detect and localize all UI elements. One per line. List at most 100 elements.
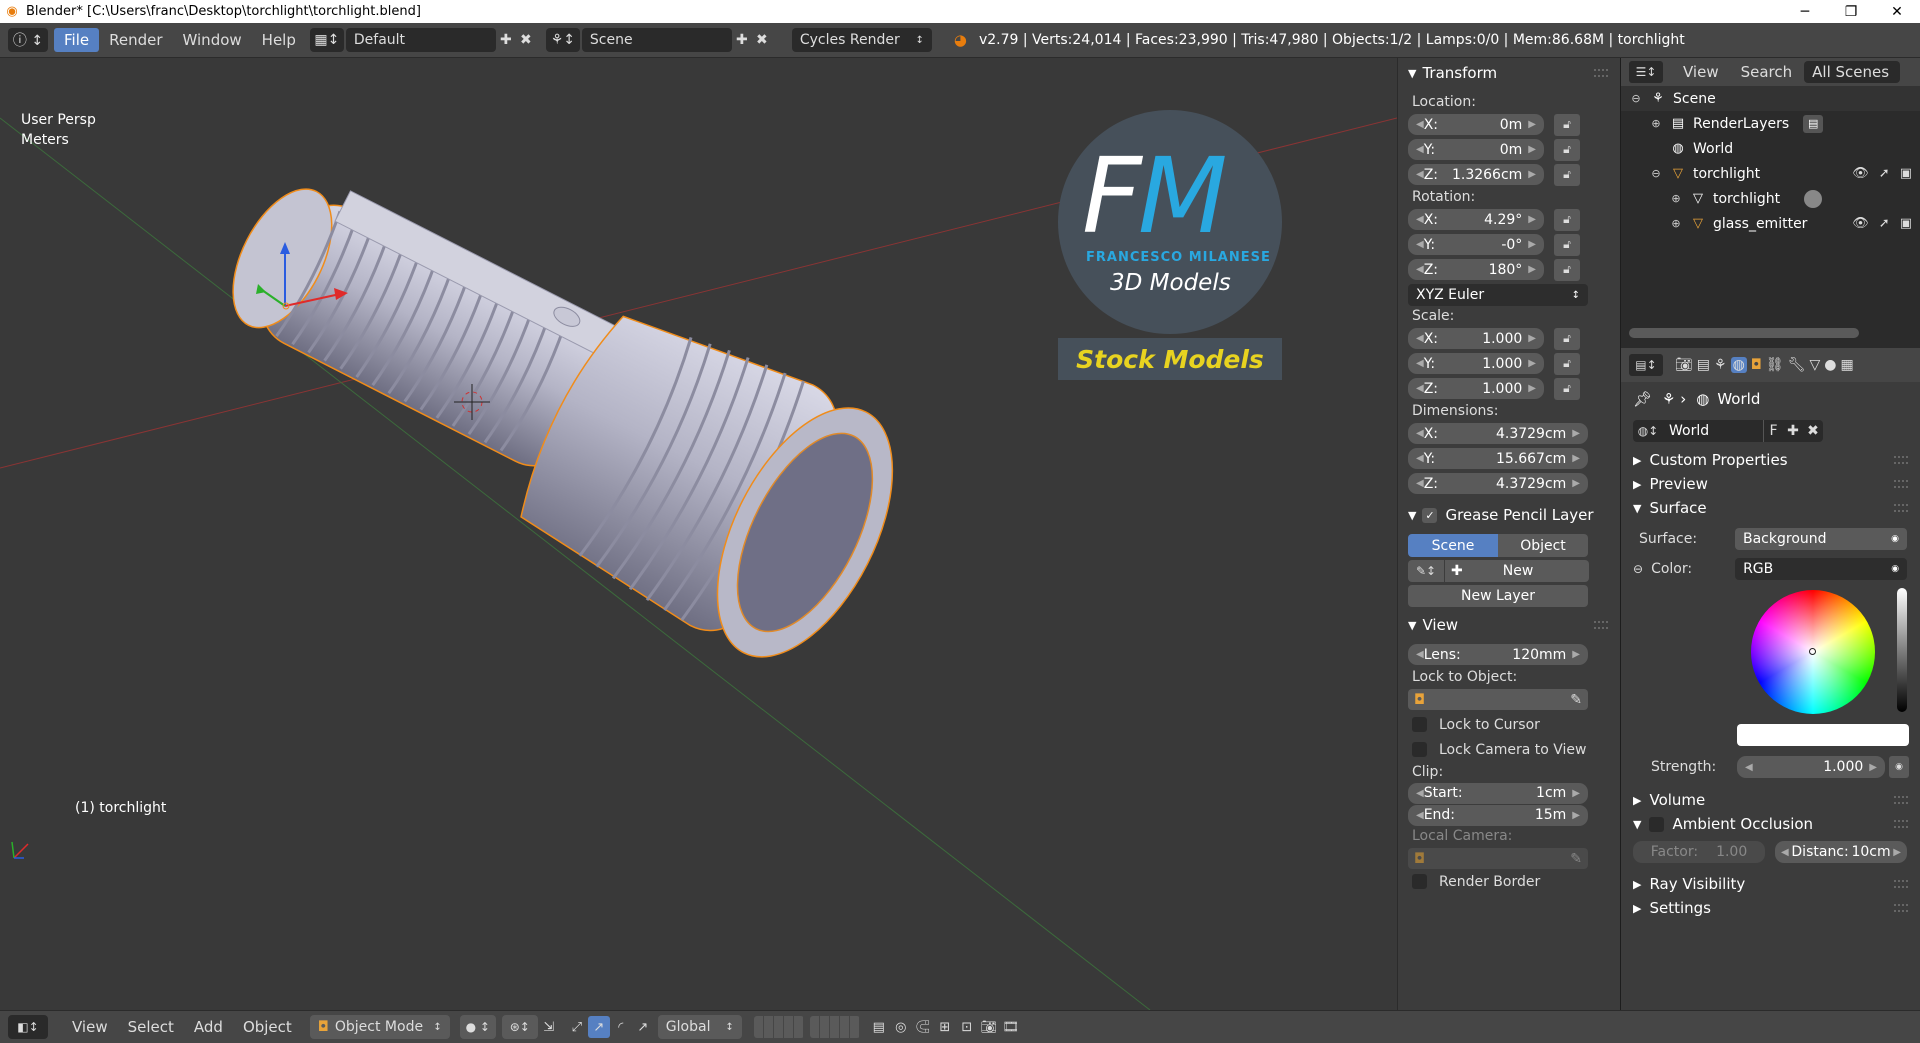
drag-grip-icon[interactable]	[1894, 880, 1908, 888]
lock-icon[interactable]: 🔓︎	[1554, 258, 1580, 281]
cursor-select-icon[interactable]: ➚	[1879, 216, 1890, 231]
scale-manipulator-icon[interactable]: ◜	[610, 1016, 632, 1038]
grease-pencil-panel-header[interactable]: ▼ ✓ Grease Pencil Layer	[1398, 502, 1620, 528]
lock-icon[interactable]: 🔓︎	[1554, 377, 1580, 400]
scale-z-field[interactable]: ◀ Z: 1.000 ▶	[1408, 378, 1544, 399]
eyedropper-icon[interactable]: ✎	[1570, 692, 1582, 708]
manipulator-space-icon[interactable]: ↗	[632, 1016, 654, 1038]
expand-icon[interactable]: ⊕	[1649, 117, 1663, 131]
surface-header[interactable]: ▼ Surface	[1621, 496, 1920, 520]
delete-scene-icon[interactable]: ✖	[752, 30, 772, 50]
menu-window[interactable]: Window	[173, 28, 252, 52]
outliner-item-scene[interactable]: ⊖ ⚘ Scene	[1621, 86, 1920, 111]
location-z-field[interactable]: ◀ Z: 1.3266cm ▶	[1408, 164, 1544, 185]
lock-icon[interactable]: 🔓︎	[1554, 327, 1580, 350]
drag-grip-icon[interactable]	[1894, 504, 1908, 512]
layer-buttons-right[interactable]	[809, 1016, 860, 1038]
editor-type-info-button[interactable]: ⓘ ↕	[8, 28, 48, 52]
scale-y-field[interactable]: ◀ Y: 1.000 ▶	[1408, 353, 1544, 374]
render-camera-icon[interactable]: ▣	[1900, 166, 1912, 181]
strength-field[interactable]: ◀ 1.000 ▶	[1737, 756, 1885, 778]
lock-icon[interactable]: 🔓︎	[1554, 352, 1580, 375]
drag-grip-icon[interactable]	[1894, 456, 1908, 464]
rotation-mode-select[interactable]: XYZ Euler ↕	[1408, 284, 1588, 306]
grease-pencil-toggle[interactable]: ✓	[1422, 507, 1438, 523]
location-x-field[interactable]: ◀ X: 0m ▶	[1408, 114, 1544, 135]
render-engine-select[interactable]: Cycles Render ↕	[791, 28, 932, 52]
surface-shader-select[interactable]: Background ◉	[1735, 528, 1907, 550]
lens-field[interactable]: ◀ Lens: 120mm ▶	[1408, 644, 1588, 665]
lock-icon[interactable]: 🔓︎	[1554, 233, 1580, 256]
outliner-item-world[interactable]: ◍ World	[1621, 136, 1920, 161]
expand-icon[interactable]: ⊕	[1669, 217, 1683, 231]
delete-layout-icon[interactable]: ✖	[516, 30, 536, 50]
lock-icon[interactable]: 🔓︎	[1554, 138, 1580, 161]
outliner-item-torchlight-object[interactable]: ⊖ ▽ torchlight 👁︎ ➚ ▣	[1621, 161, 1920, 186]
properties-editor-type-icon[interactable]: ▤↕	[1629, 354, 1663, 376]
render-camera-icon[interactable]: ▣	[1900, 216, 1912, 231]
outliner-editor-type-icon[interactable]: ☰↕	[1629, 61, 1663, 83]
dimensions-z-field[interactable]: ◀ Z: 4.3729cm ▶	[1408, 473, 1588, 494]
render-layers-tab-icon[interactable]: ▤	[1697, 357, 1710, 373]
world-name-field[interactable]: World	[1663, 420, 1763, 442]
editor-type-3dview-button[interactable]: ◧↕	[8, 1015, 48, 1039]
dimensions-x-field[interactable]: ◀ X: 4.3729cm ▶	[1408, 423, 1588, 444]
eyedropper-icon[interactable]: ✎	[1570, 851, 1582, 867]
layout-name-field[interactable]: Default	[345, 28, 496, 52]
object-tab-icon[interactable]: ◘	[1751, 357, 1762, 373]
unlink-world-icon[interactable]: ✖	[1803, 420, 1823, 442]
layer-lock-icon[interactable]: ▤	[868, 1016, 890, 1038]
ao-distance-field[interactable]: ◀ Distanc: 10cm ▶	[1775, 841, 1907, 863]
drag-grip-icon[interactable]	[1594, 69, 1608, 77]
menu-add[interactable]: Add	[184, 1018, 233, 1036]
color-swatch[interactable]	[1737, 724, 1909, 746]
lock-camera-checkbox[interactable]: Lock Camera to View	[1398, 737, 1620, 762]
snap-toggle-icon[interactable]: 🧲︎	[912, 1016, 934, 1038]
maximize-button[interactable]: ❐	[1828, 0, 1874, 23]
outliner-search-menu[interactable]: Search	[1741, 63, 1793, 81]
outliner-item-glass-emitter[interactable]: ⊕ ▽ glass_emitter 👁︎ ➚ ▣	[1621, 211, 1920, 236]
ao-factor-field[interactable]: Factor: 1.00	[1633, 841, 1765, 863]
world-tab-icon[interactable]: ◍	[1730, 357, 1747, 373]
menu-file[interactable]: File	[54, 28, 100, 52]
ambient-occlusion-header[interactable]: ▼ Ambient Occlusion	[1621, 812, 1920, 836]
grease-new-button[interactable]: ✚ New	[1445, 560, 1589, 582]
render-tab-icon[interactable]: 📷︎	[1675, 357, 1693, 373]
lock-icon[interactable]: 🔓︎	[1554, 113, 1580, 136]
world-browse-icon[interactable]: ◍↕	[1633, 420, 1663, 442]
drag-grip-icon[interactable]	[1894, 796, 1908, 804]
menu-select[interactable]: Select	[118, 1018, 184, 1036]
custom-properties-header[interactable]: ▶ Custom Properties	[1621, 448, 1920, 472]
modifiers-tab-icon[interactable]: 🔧︎	[1788, 357, 1806, 373]
minimize-button[interactable]: ─	[1782, 0, 1828, 23]
lock-icon[interactable]: 🔓︎	[1554, 208, 1580, 231]
add-layout-icon[interactable]: ✚	[496, 30, 516, 50]
rotation-z-field[interactable]: ◀ Z: 180° ▶	[1408, 259, 1544, 280]
menu-view[interactable]: View	[62, 1018, 118, 1036]
lock-icon[interactable]: 🔓︎	[1554, 163, 1580, 186]
texture-tab-icon[interactable]: ▦	[1840, 357, 1853, 373]
collapse-icon[interactable]: ⊖	[1649, 167, 1663, 181]
rotate-manipulator-icon[interactable]: ↗	[587, 1016, 610, 1038]
3d-viewport[interactable]: User Persp Meters (1) torchlight FM FRAN…	[0, 58, 1397, 1010]
location-y-field[interactable]: ◀ Y: 0m ▶	[1408, 139, 1544, 160]
scale-x-field[interactable]: ◀ X: 1.000 ▶	[1408, 328, 1544, 349]
dimensions-y-field[interactable]: ◀ Y: 15.667cm ▶	[1408, 448, 1588, 469]
manipulator-toggle-icon[interactable]: ⇲	[538, 1016, 560, 1038]
volume-header[interactable]: ▶ Volume	[1621, 788, 1920, 812]
value-slider[interactable]	[1897, 588, 1907, 712]
render-border-checkbox[interactable]: Render Border	[1398, 869, 1620, 894]
outliner-item-torchlight-mesh[interactable]: ⊕ ▽ torchlight	[1621, 186, 1920, 211]
fake-user-button[interactable]: F	[1763, 420, 1783, 442]
opengl-animation-icon[interactable]: 🎞︎	[1000, 1016, 1022, 1038]
rotation-x-field[interactable]: ◀ X: 4.29° ▶	[1408, 209, 1544, 230]
menu-object[interactable]: Object	[233, 1018, 302, 1036]
expand-icon[interactable]: ⊕	[1669, 192, 1683, 206]
clip-end-field[interactable]: ◀ End: 15m ▶	[1408, 804, 1588, 826]
scene-tab-icon[interactable]: ⚘	[1714, 357, 1727, 373]
cursor-select-icon[interactable]: ➚	[1879, 166, 1890, 181]
local-camera-field[interactable]: ◘ ✎	[1408, 848, 1588, 869]
grease-scene-button[interactable]: Scene	[1408, 534, 1498, 557]
scene-browse-button[interactable]: ⚘↕	[545, 28, 580, 52]
snap-target-icon[interactable]: ⊡	[956, 1016, 978, 1038]
